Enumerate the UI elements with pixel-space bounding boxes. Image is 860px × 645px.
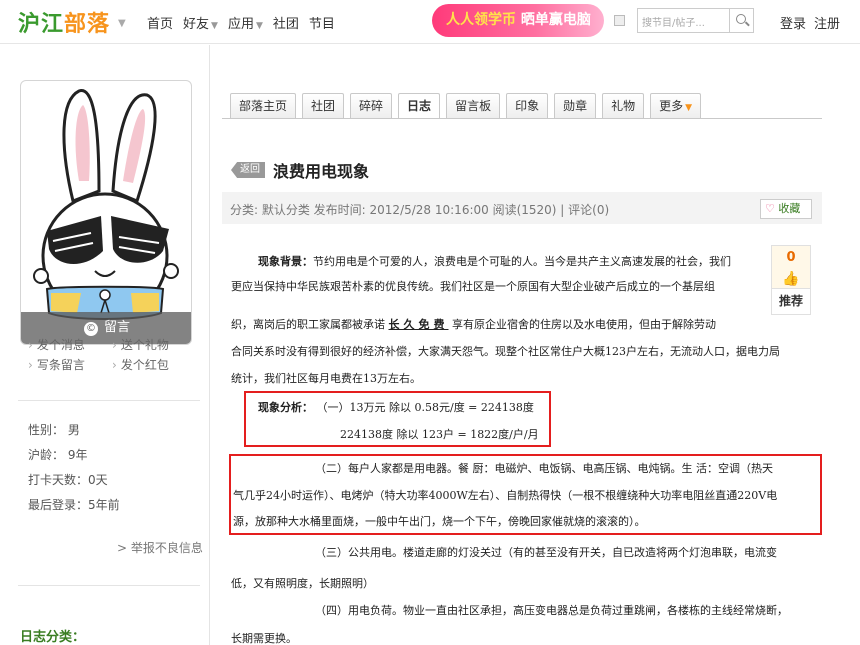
profile-tabs: 部落主页 社团 碎碎 日志 留言板 印象 勋章 礼物 更多 ▼	[230, 93, 702, 118]
back-button[interactable]: 返回	[231, 162, 265, 178]
favorite-button[interactable]: ♡ 收藏	[760, 199, 812, 219]
paragraph-line: 织，离岗后的职工家属都被承诺 长久免费 享有原企业宿舍的住房以及水电使用，但由于…	[231, 318, 716, 331]
send-red-envelope-link[interactable]: › 发个红包	[112, 356, 196, 376]
send-message-link[interactable]: › 发个消息	[28, 336, 112, 356]
tab-blog[interactable]: 日志	[398, 93, 441, 118]
paragraph-line: 气几乎24小时运作）、电烤炉（特大功率4000W左右）、自制热得快（一根不根缠绕…	[233, 489, 778, 502]
post-title: 浪费用电现象	[273, 162, 370, 181]
gender-info: 性别： 男	[28, 423, 80, 437]
nav-item-home[interactable]: 首页	[147, 13, 173, 32]
blog-category-title: 日志分类：	[20, 630, 86, 645]
paragraph-line: 现象分析： （一）13万元 除以 0.58元/度 = 224138度	[258, 401, 534, 414]
divider	[18, 585, 200, 586]
paragraph-line: （二）每户人家都是用电器。餐 厨：电磁炉、电饭锅、电高压锅、电炖锅。生 活：空调…	[315, 462, 773, 475]
register-link[interactable]: 注册	[814, 13, 840, 32]
member-age-info: 沪龄： 9年	[28, 448, 88, 462]
paragraph-line: 合同关系时没有得到很好的经济补偿，大家满天怨气。现整个社区常住户大概123户左右…	[231, 345, 780, 358]
site-logo[interactable]: 沪江部落	[18, 6, 110, 38]
chevron-down-icon[interactable]: ▼	[118, 18, 126, 29]
chevron-down-icon: ▼	[685, 103, 693, 113]
search-input[interactable]: 搜节目/帖子...	[642, 14, 705, 29]
nav-item-programs[interactable]: 节目	[309, 13, 335, 32]
recommend-count: 0	[772, 246, 810, 270]
paragraph-line: 统计，我们社区每月电费在13万左右。	[231, 372, 421, 385]
last-login-info: 最后登录：5年前	[28, 498, 120, 512]
post-meta-bar: 分类: 默认分类 发布时间: 2012/5/28 10:16:00 阅读(152…	[222, 192, 822, 224]
avatar[interactable]: © 留言	[20, 80, 192, 345]
report-link[interactable]: > 举报不良信息	[117, 539, 203, 556]
divider	[18, 400, 200, 401]
recommend-button[interactable]: 推荐	[772, 288, 810, 313]
profile-sidebar: © 留言 › 发个消息 › 送个礼物 › 写条留言 › 发个红包 性别： 男 沪龄： 9年…	[0, 45, 210, 645]
nav-item-clubs[interactable]: 社团	[273, 13, 299, 32]
search-icon[interactable]	[729, 9, 753, 32]
paragraph-line: （三）公共用电。楼道走廊的灯没关过（有的甚至没有开关，自已改造将两个灯泡串联，电…	[315, 546, 777, 559]
paragraph-line: 源，放那种大水桶里面烧，一般中午出门，烧一个下午，傍晚回家催就烧的滚滚的）。	[233, 515, 646, 528]
tab-impressions[interactable]: 印象	[506, 93, 549, 118]
tab-badges[interactable]: 勋章	[554, 93, 597, 118]
heart-icon: ♡	[765, 202, 775, 215]
chevron-down-icon: ▼	[211, 21, 218, 31]
profile-info: 性别： 男 沪龄： 9年 打卡天数：0天 最后登录：5年前	[28, 421, 120, 521]
tab-message-board[interactable]: 留言板	[446, 93, 501, 118]
send-gift-link[interactable]: › 送个礼物	[112, 336, 196, 356]
tab-more[interactable]: 更多 ▼	[650, 93, 702, 118]
paragraph-line: （四）用电负荷。物业一直由社区承担，高压变电器总是负荷过重跳闸，各楼栋的主线经常…	[315, 604, 788, 617]
paragraph-line: 224138度 除以 123户 = 1822度/户/月	[340, 428, 539, 441]
paragraph-line: 低，又有照明度，长期照明）	[231, 577, 374, 590]
paragraph-line: 长期需更换。	[231, 632, 297, 645]
tab-home[interactable]: 部落主页	[230, 93, 297, 118]
tab-gifts[interactable]: 礼物	[602, 93, 645, 118]
promo-banner[interactable]: 人人领学币 晒单赢电脑	[432, 4, 604, 37]
main-nav: 首页 好友 ▼ 应用 ▼ 社团 节目	[147, 13, 335, 32]
nav-item-apps[interactable]: 应用 ▼	[228, 13, 263, 32]
tab-underline	[222, 118, 822, 119]
tab-clubs[interactable]: 社团	[302, 93, 345, 118]
profile-actions: › 发个消息 › 送个礼物 › 写条留言 › 发个红包	[28, 336, 198, 376]
top-bar: 沪江部落 ▼ 首页 好友 ▼ 应用 ▼ 社团 节目 人人领学币 晒单赢电脑 搜节目/…	[0, 0, 860, 44]
recommend-box[interactable]: 0 👍 推荐	[771, 245, 811, 315]
copyright-icon: ©	[83, 322, 98, 336]
post-meta: 分类: 默认分类 发布时间: 2012/5/28 10:16:00 阅读(152…	[230, 203, 610, 217]
write-note-link[interactable]: › 写条留言	[28, 356, 112, 376]
tab-murmurs[interactable]: 碎碎	[350, 93, 393, 118]
rabbit-avatar-image	[33, 89, 179, 320]
paragraph-line: 现象背景：节约用电是个可爱的人，浪费电是个可耻的人。当今是共产主义高速发展的社会…	[258, 255, 731, 268]
thumbs-up-icon: 👍	[772, 270, 810, 288]
login-link[interactable]: 登录	[780, 13, 806, 32]
checkin-days-info: 打卡天数：0天	[28, 473, 108, 487]
chevron-down-icon: ▼	[255, 21, 263, 31]
nav-item-friends[interactable]: 好友 ▼	[183, 13, 218, 32]
app-icon[interactable]	[614, 15, 625, 26]
search-box[interactable]: 搜节目/帖子...	[637, 8, 754, 33]
paragraph-line: 更应当保持中华民族艰苦朴素的优良传统。我们社区是一个原国有大型企业破产后成立的一…	[231, 280, 715, 293]
